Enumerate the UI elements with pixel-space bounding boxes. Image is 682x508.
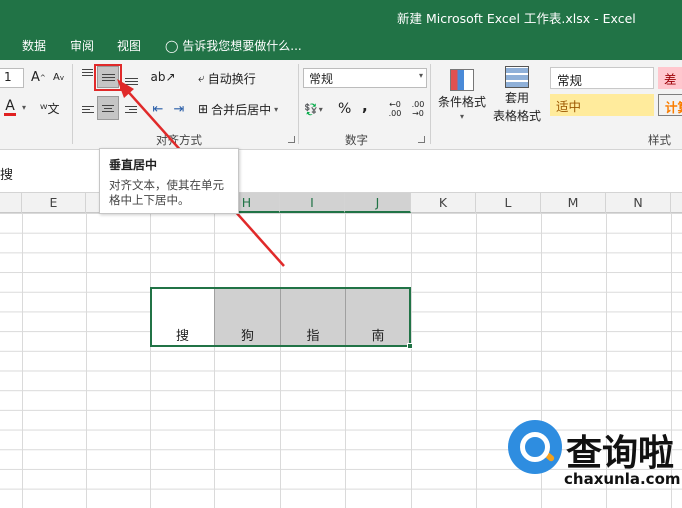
column-header-partial[interactable] bbox=[0, 193, 22, 213]
style-normal[interactable]: 常规 bbox=[550, 67, 654, 89]
increase-indent-button[interactable]: ⇥ bbox=[170, 98, 188, 120]
top-align-icon bbox=[81, 68, 93, 76]
conditional-format-icon bbox=[450, 69, 474, 91]
window-title: 新建 Microsoft Excel 工作表.xlsx - Excel bbox=[397, 11, 636, 26]
watermark-text: 查询啦 bbox=[566, 433, 675, 474]
tell-me-search[interactable]: ◯ 告诉我您想要做什么... bbox=[165, 37, 302, 54]
font-size-value: 1 bbox=[4, 70, 12, 84]
format-as-table-icon bbox=[505, 66, 529, 88]
align-center-icon bbox=[102, 104, 114, 112]
shrink-font-button[interactable]: Av bbox=[53, 72, 64, 83]
conditional-format-button[interactable]: 条件格式 ▾ bbox=[436, 64, 488, 126]
styles-group-label: 样式 bbox=[648, 133, 671, 147]
font-size-dropdown[interactable]: 1 bbox=[0, 68, 24, 88]
alignment-launcher-icon[interactable] bbox=[288, 136, 295, 143]
percent-icon: % bbox=[338, 101, 352, 117]
font-color-icon: A bbox=[5, 98, 15, 114]
cell-h-merged[interactable]: 狗 bbox=[214, 287, 280, 346]
cell-i-merged[interactable]: 指 bbox=[280, 287, 345, 346]
format-as-table-label-1: 套用 bbox=[504, 91, 529, 105]
merge-center-label: 合并后居中 bbox=[211, 102, 272, 117]
tab-review[interactable]: 审阅 bbox=[70, 37, 94, 54]
shrink-font-icon: A bbox=[53, 72, 60, 83]
top-align-button[interactable] bbox=[80, 66, 94, 86]
accounting-format-button[interactable]: 💱 ▾ bbox=[304, 99, 323, 119]
tab-data[interactable]: 数据 bbox=[22, 37, 46, 54]
wrap-text-button[interactable]: ⤶ 自动换行 bbox=[198, 68, 256, 88]
comma-icon: , bbox=[362, 97, 368, 115]
alignment-group-label: 对齐方式 bbox=[156, 133, 202, 147]
align-center-button[interactable] bbox=[97, 96, 119, 120]
format-as-table-label-2: 表格格式 bbox=[492, 109, 541, 123]
bottom-align-icon bbox=[124, 77, 138, 85]
column-header-k[interactable]: K bbox=[411, 193, 476, 213]
font-color-dropdown[interactable]: ▾ bbox=[22, 103, 26, 112]
column-header-m[interactable]: M bbox=[541, 193, 606, 213]
merge-center-icon: ⊞ bbox=[198, 102, 209, 116]
tell-me-label: 告诉我您想要做什么... bbox=[182, 39, 302, 53]
align-left-icon bbox=[82, 105, 94, 113]
tooltip-title: 垂直居中 bbox=[109, 158, 158, 172]
style-neutral[interactable]: 适中 bbox=[550, 94, 654, 116]
number-group-label: 数字 bbox=[345, 133, 368, 147]
merge-center-button[interactable]: ⊞ 合并后居中 ▾ bbox=[198, 98, 278, 120]
style-bad[interactable]: 差 bbox=[658, 67, 682, 89]
lightbulb-icon: ◯ bbox=[165, 39, 179, 53]
align-left-button[interactable] bbox=[80, 98, 96, 120]
title-bar: 新建 Microsoft Excel 工作表.xlsx - Excel 数据 审… bbox=[0, 0, 682, 60]
font-color-button[interactable]: A bbox=[4, 98, 16, 116]
formula-value: 搜 bbox=[0, 168, 14, 183]
grow-font-icon: A bbox=[31, 70, 40, 85]
number-format-value: 常规 bbox=[309, 72, 334, 86]
decrease-indent-icon: ⇤ bbox=[152, 101, 164, 117]
watermark-url: chaxunla.com bbox=[564, 470, 681, 488]
increase-indent-icon: ⇥ bbox=[173, 101, 185, 117]
percent-button[interactable]: % bbox=[338, 99, 351, 119]
decrease-decimal-button[interactable]: .00 →0 bbox=[408, 98, 428, 120]
watermark-logo-icon bbox=[508, 420, 562, 474]
align-right-icon bbox=[125, 105, 137, 113]
increase-decimal-button[interactable]: ←0 .00 bbox=[385, 98, 405, 120]
wrap-text-icon: ⤶ bbox=[198, 70, 205, 85]
align-right-button[interactable] bbox=[122, 98, 140, 120]
format-as-table-button[interactable]: 套用 表格格式 bbox=[488, 64, 546, 126]
conditional-format-label: 条件格式 bbox=[437, 95, 486, 109]
cell-j-merged[interactable]: 南 bbox=[345, 287, 410, 346]
orientation-button[interactable]: ab↗ bbox=[150, 68, 176, 86]
tooltip-description: 对齐文本，使其在单元格中上下居中。 bbox=[109, 178, 224, 207]
decrease-indent-button[interactable]: ⇤ bbox=[149, 98, 167, 120]
fill-handle[interactable] bbox=[407, 343, 413, 349]
orientation-icon: ab↗ bbox=[150, 70, 176, 84]
comma-button[interactable]: , bbox=[362, 96, 368, 116]
column-header-e[interactable]: E bbox=[22, 193, 86, 213]
grow-font-button[interactable]: A ^ bbox=[31, 70, 46, 85]
tooltip: 垂直居中 对齐文本，使其在单元格中上下居中。 bbox=[99, 148, 239, 214]
increase-decimal-icon: ←0 .00 bbox=[388, 100, 402, 118]
phonetic-icon: ᵂ文 bbox=[40, 102, 60, 116]
cell-g-merged[interactable]: 搜 bbox=[151, 287, 214, 346]
number-launcher-icon[interactable] bbox=[418, 136, 425, 143]
tab-view[interactable]: 视图 bbox=[117, 37, 141, 54]
column-header-j[interactable]: J bbox=[345, 193, 411, 213]
number-format-dropdown[interactable]: 常规 ▾ bbox=[303, 68, 427, 88]
column-header-i[interactable]: I bbox=[280, 193, 345, 213]
column-header-n[interactable]: N bbox=[606, 193, 671, 213]
wrap-text-label: 自动换行 bbox=[207, 71, 256, 86]
bottom-align-button[interactable] bbox=[122, 66, 140, 88]
column-header-l[interactable]: L bbox=[476, 193, 541, 213]
phonetic-button[interactable]: ᵂ文 bbox=[40, 100, 59, 117]
highlight-box bbox=[94, 64, 122, 91]
currency-icon: 💱 bbox=[304, 102, 318, 116]
style-calculation[interactable]: 计算 bbox=[658, 94, 682, 116]
decrease-decimal-icon: .00 →0 bbox=[411, 100, 425, 118]
